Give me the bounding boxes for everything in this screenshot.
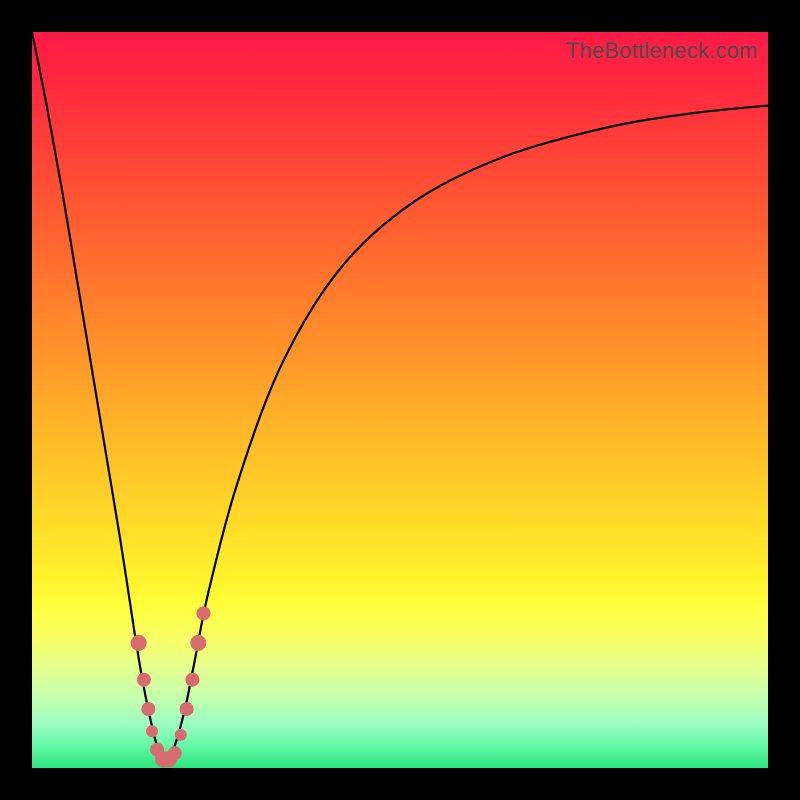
curve-marker (141, 702, 155, 716)
curve-marker (190, 635, 206, 651)
curve-marker (197, 606, 211, 620)
plot-area: TheBottleneck.com (32, 32, 768, 768)
curve-marker (185, 673, 199, 687)
curve-marker (137, 673, 151, 687)
curve-marker (175, 729, 187, 741)
curve-marker (131, 635, 147, 651)
watermark-text: TheBottleneck.com (566, 38, 758, 64)
curve-layer (32, 32, 768, 768)
curve-marker (180, 702, 194, 716)
curve-marker (146, 725, 158, 737)
chart-frame: TheBottleneck.com (0, 0, 800, 800)
curve-marker (168, 746, 182, 760)
bottleneck-curve (32, 32, 768, 761)
